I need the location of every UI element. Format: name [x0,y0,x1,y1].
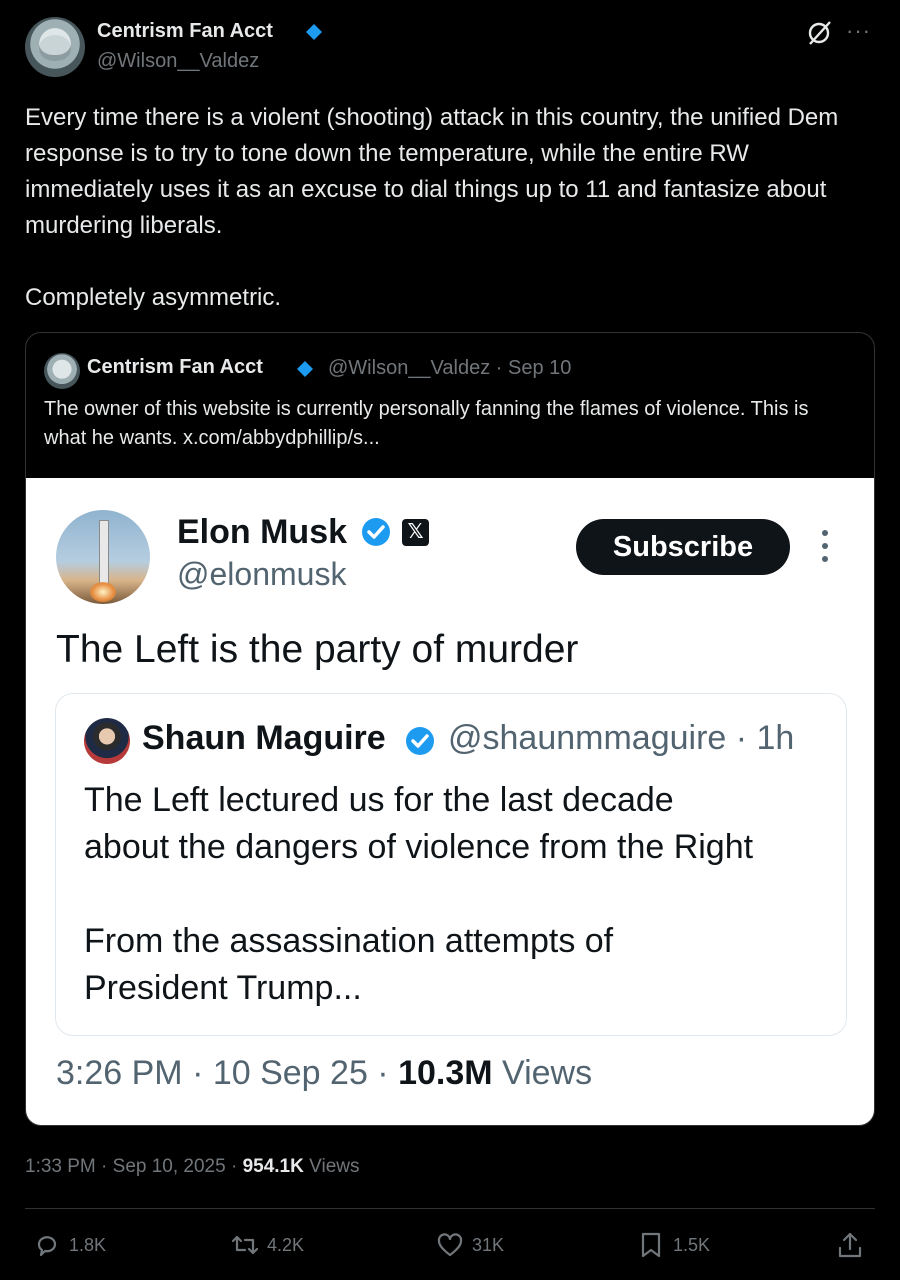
grok-icon[interactable] [806,20,832,46]
shaun-avatar [84,718,130,764]
screenshot-author-name: Elon Musk [177,513,348,551]
share-button[interactable] [836,1230,872,1260]
repost-count: 4.2K [267,1234,305,1255]
verified-icon [306,24,322,40]
vertical-more-icon [822,530,828,562]
like-button[interactable]: 31K [436,1230,504,1260]
screenshot-views-count: 10.3M [398,1054,493,1092]
more-options-icon[interactable]: ··· [846,18,871,44]
quoted-author-name: Centrism Fan Acct [87,356,263,378]
screenshot-views-label: Views [492,1054,593,1092]
tweet-text: Every time there is a violent (shooting)… [25,104,839,311]
reply-icon [37,1236,57,1257]
author-handle[interactable]: @Wilson__Valdez [97,50,259,73]
screenshot-time: 3:26 PM · 10 Sep 25 · [56,1054,399,1092]
bookmark-button[interactable]: 1.5K [637,1230,710,1260]
divider [25,1208,875,1209]
quoted-text: The owner of this website is currently p… [44,398,809,449]
attached-screenshot-image[interactable]: Elon Musk 𝕏 @elonmusk Subscribe The Left… [26,478,874,1125]
screenshot-author-handle: @elonmusk [177,556,347,592]
verified-icon [406,727,434,755]
like-count: 31K [472,1234,505,1255]
screenshot-quoted-text: The Left lectured us for the last decade… [84,781,754,1007]
verified-icon [362,518,390,546]
bookmark-count: 1.5K [673,1234,711,1255]
repost-button[interactable]: 4.2K [231,1230,304,1260]
reply-button[interactable]: 1.8K [33,1230,106,1260]
post-meta: 1:33 PM · Sep 10, 2025 · 954.1K Views [25,1156,359,1178]
bookmark-icon [641,1232,661,1258]
author-avatar[interactable] [25,17,85,77]
share-icon [838,1232,862,1258]
screenshot-meta: 3:26 PM · 10 Sep 25 · 10.3M Views [56,1054,592,1093]
author-name[interactable]: Centrism Fan Acct [97,20,273,43]
views-label: Views [303,1156,360,1177]
verified-icon [297,361,313,377]
reply-count: 1.8K [69,1234,107,1255]
screenshot-quoted-handle: @shaunmmaguire · 1h [448,719,795,757]
x-logo-icon: 𝕏 [402,519,429,546]
repost-icon [231,1235,259,1255]
subscribe-button: Subscribe [576,519,790,575]
quoted-author-avatar [44,353,80,389]
quoted-handle-date: @Wilson__Valdez · Sep 10 [328,357,572,379]
screenshot-quoted-post: Shaun Maguire @shaunmmaguire · 1h The Le… [55,693,847,1036]
quoted-post-card[interactable]: Centrism Fan Acct @Wilson__Valdez · Sep … [25,332,875,1126]
heart-icon [437,1233,463,1257]
screenshot-quoted-name: Shaun Maguire [142,719,386,757]
screenshot-tweet-text: The Left is the party of murder [56,628,579,671]
views-count: 954.1K [242,1156,304,1177]
post-timestamp[interactable]: 1:33 PM · Sep 10, 2025 · [25,1156,243,1177]
elon-avatar [56,510,150,604]
